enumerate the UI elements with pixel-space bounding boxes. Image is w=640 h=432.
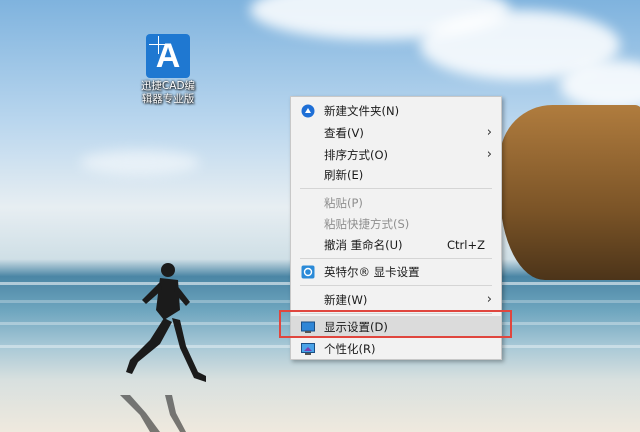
intel-graphics-icon bbox=[301, 265, 315, 279]
menu-item-intel-graphics[interactable]: 英特尔® 显卡设置 bbox=[291, 261, 501, 283]
menu-item-sort-by[interactable]: 排序方式(O) › bbox=[291, 144, 501, 166]
cloud bbox=[80, 150, 200, 175]
shortcut-text: Ctrl+Z bbox=[447, 238, 485, 252]
shortcut-caption: 迅捷CAD编辑器专业版 bbox=[140, 80, 196, 105]
rock-cliff bbox=[500, 105, 640, 280]
runner-silhouette bbox=[126, 263, 206, 382]
menu-item-new[interactable]: 新建(W) › bbox=[291, 289, 501, 311]
menu-item-paste-shortcut[interactable]: 粘贴快捷方式(S) bbox=[291, 213, 501, 235]
menu-item-paste[interactable]: 粘贴(P) bbox=[291, 192, 501, 214]
menu-item-personalize[interactable]: 个性化(R) bbox=[291, 338, 501, 360]
menu-item-view[interactable]: 查看(V) › bbox=[291, 122, 501, 144]
menu-separator bbox=[300, 285, 492, 286]
new-folder-icon bbox=[301, 104, 315, 118]
menu-item-refresh[interactable]: 刷新(E) bbox=[291, 164, 501, 186]
personalize-icon bbox=[301, 343, 315, 355]
submenu-arrow-icon: › bbox=[486, 147, 492, 162]
submenu-arrow-icon: › bbox=[486, 125, 492, 140]
desktop-shortcut-cad-editor[interactable]: A 迅捷CAD编辑器专业版 bbox=[137, 34, 199, 106]
submenu-arrow-icon: › bbox=[486, 292, 492, 307]
cad-app-icon: A bbox=[146, 34, 190, 78]
menu-item-undo-rename[interactable]: 撤消 重命名(U) Ctrl+Z bbox=[291, 234, 501, 256]
annotation-highlight-box bbox=[279, 310, 512, 338]
menu-item-new-folder[interactable]: 新建文件夹(N) bbox=[291, 100, 501, 122]
menu-separator bbox=[300, 188, 492, 189]
runner-reflection bbox=[120, 395, 186, 432]
menu-separator bbox=[300, 258, 492, 259]
